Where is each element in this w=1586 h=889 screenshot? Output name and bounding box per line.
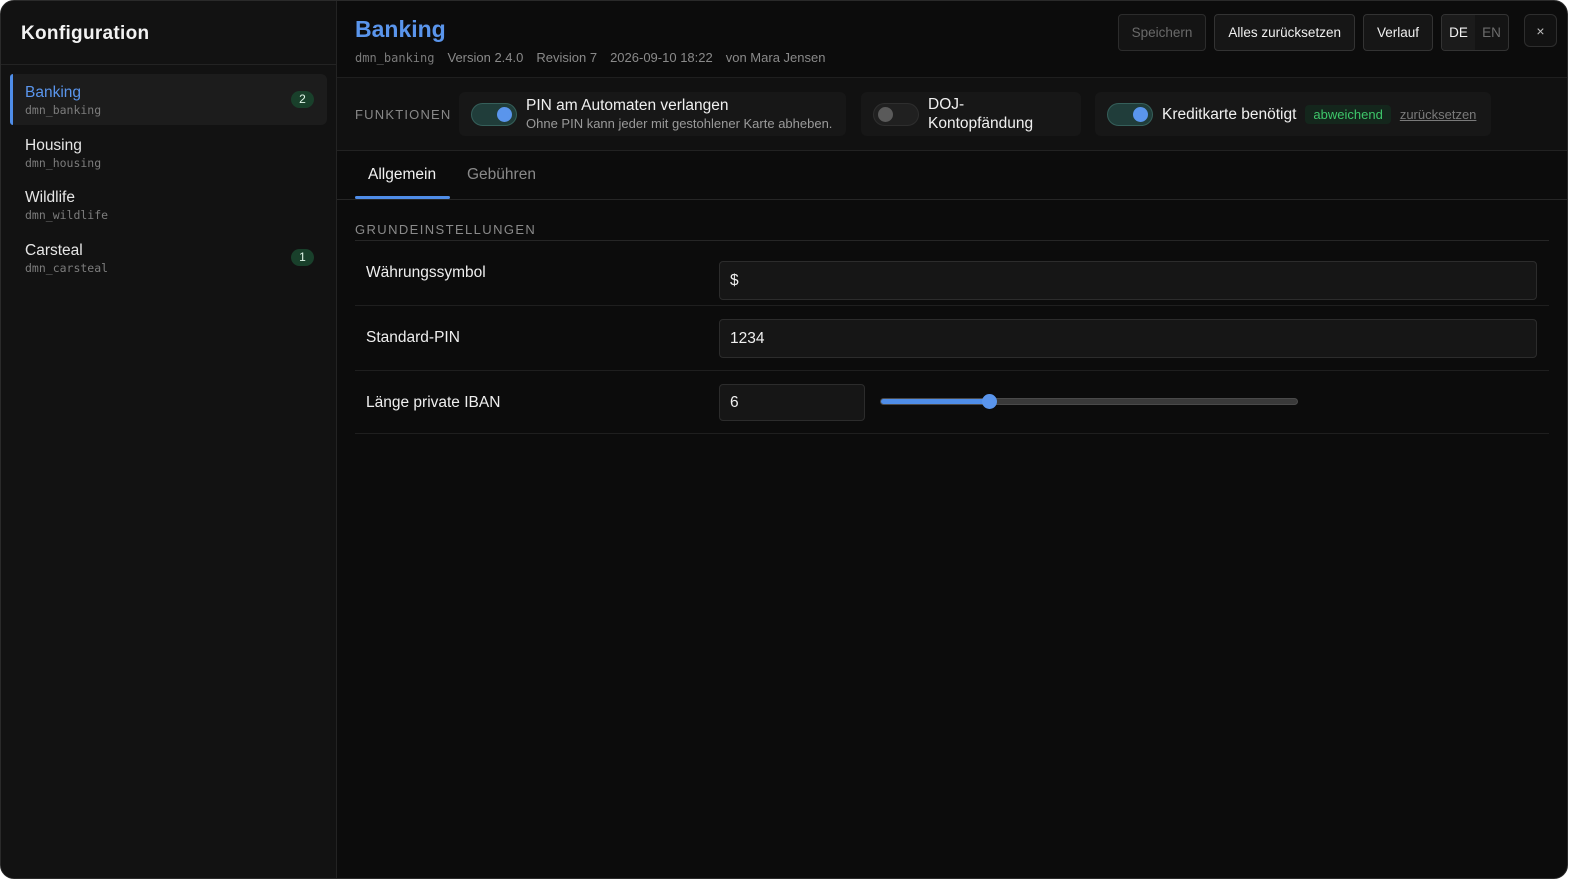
status-badge: abweichend: [1305, 104, 1391, 124]
section-title: GRUNDEINSTELLUNGEN: [355, 200, 1549, 241]
sidebar-item-housing[interactable]: Housing dmn_housing: [10, 127, 327, 178]
sidebar: Konfiguration Banking dmn_banking 2 Hous…: [1, 1, 337, 878]
setting-label: Länge private IBAN: [366, 394, 501, 411]
version-text: Version 2.4.0: [447, 50, 524, 65]
toolbar: Speichern Alles zurücksetzen Verlauf DE …: [1117, 14, 1509, 51]
close-icon: ×: [1536, 22, 1545, 39]
feature-text: PIN am Automaten verlangen Ohne PIN kann…: [526, 96, 832, 132]
count-badge: 1: [291, 248, 314, 266]
feature-description: Ohne PIN kann jeder mit gestohlener Kart…: [526, 116, 833, 131]
page-header: Banking dmn_banking Version 2.4.0 Revisi…: [337, 1, 1567, 78]
default-pin-input[interactable]: 1234: [719, 319, 1537, 358]
credit-card-toggle[interactable]: [1107, 102, 1153, 126]
setting-label: Währungssymbol: [366, 264, 486, 281]
features-label: FUNKTIONEN: [355, 107, 452, 122]
feature-name: PIN am Automaten verlangen: [526, 97, 729, 114]
page-title: Banking: [355, 16, 446, 42]
feature-pin-required: PIN am Automaten verlangen Ohne PIN kann…: [459, 92, 846, 136]
iban-length-slider[interactable]: [880, 394, 1298, 409]
feature-name: Kreditkarte benötigt: [1162, 105, 1297, 123]
setting-row-iban: Länge private IBAN 6: [355, 371, 1549, 434]
sidebar-list: Banking dmn_banking 2 Housing dmn_housin…: [1, 65, 336, 293]
sidebar-item-key: dmn_wildlife: [25, 208, 109, 222]
reset-link[interactable]: zurücksetzen: [1400, 107, 1477, 122]
page-meta: dmn_banking Version 2.4.0 Revision 7 202…: [355, 50, 825, 65]
language-de-button[interactable]: DE: [1442, 15, 1475, 50]
reset-all-button[interactable]: Alles zurücksetzen: [1214, 14, 1355, 51]
save-button[interactable]: Speichern: [1117, 14, 1207, 51]
revision-text: Revision 7: [536, 50, 598, 65]
setting-row-currency: Währungssymbol $: [355, 241, 1549, 306]
author-text: von Mara Jensen: [725, 50, 826, 65]
sidebar-item-key: dmn_carsteal: [25, 260, 109, 275]
timestamp-text: 2026-09-10 18:22: [610, 50, 713, 65]
sidebar-item-key: dmn_banking: [25, 103, 102, 117]
active-tab-indicator: [355, 196, 450, 199]
sidebar-title: Konfiguration: [21, 23, 150, 44]
sidebar-item-wildlife[interactable]: Wildlife dmn_wildlife: [10, 179, 327, 230]
settings-content: GRUNDEINSTELLUNGEN Währungssymbol $ Stan…: [337, 200, 1567, 434]
feature-credit-card: Kreditkarte benötigt abweichend zurückse…: [1095, 92, 1491, 136]
sidebar-header: Konfiguration: [1, 1, 336, 65]
main-panel: Banking dmn_banking Version 2.4.0 Revisi…: [337, 1, 1567, 878]
config-window: Konfiguration Banking dmn_banking 2 Hous…: [0, 0, 1568, 879]
sidebar-item-carsteal[interactable]: Carsteal dmn_carsteal 1: [10, 232, 327, 283]
doj-garnishment-toggle[interactable]: [873, 102, 919, 126]
count-badge: 2: [291, 91, 314, 108]
sidebar-item-label: Wildlife: [25, 189, 75, 206]
setting-row-pin: Standard-PIN 1234: [355, 306, 1549, 371]
sidebar-item-label: Carsteal: [25, 241, 83, 259]
tab-bar: Allgemein Gebühren: [337, 151, 1567, 200]
feature-text: DOJ-Kontopfändung: [928, 95, 1069, 133]
feature-doj-garnishment: DOJ-Kontopfändung: [861, 92, 1081, 136]
features-bar: FUNKTIONEN PIN am Automaten verlangen Oh…: [337, 78, 1567, 151]
pin-required-toggle[interactable]: [471, 102, 517, 126]
sidebar-item-label: Banking: [25, 84, 82, 101]
iban-length-input[interactable]: 6: [719, 384, 865, 421]
currency-input[interactable]: $: [719, 261, 1537, 300]
slider-fill: [881, 399, 990, 404]
toggle-knob: [878, 106, 893, 122]
module-key: dmn_banking: [355, 51, 435, 65]
sidebar-item-banking[interactable]: Banking dmn_banking 2: [10, 74, 327, 125]
close-button[interactable]: ×: [1524, 14, 1557, 47]
toggle-knob: [497, 106, 512, 122]
feature-name: DOJ-Kontopfändung: [928, 96, 1034, 132]
sidebar-item-label: Housing: [25, 136, 82, 154]
slider-handle[interactable]: [982, 394, 998, 409]
toggle-knob: [1133, 106, 1148, 122]
feature-text: Kreditkarte benötigt: [1162, 105, 1296, 124]
sidebar-item-key: dmn_housing: [25, 155, 102, 170]
tab-fees[interactable]: Gebühren: [467, 166, 536, 184]
language-switcher: DE EN: [1441, 14, 1509, 51]
tab-general[interactable]: Allgemein: [368, 166, 436, 184]
history-button[interactable]: Verlauf: [1362, 14, 1433, 51]
language-en-button[interactable]: EN: [1475, 15, 1508, 50]
setting-label: Standard-PIN: [366, 329, 460, 346]
